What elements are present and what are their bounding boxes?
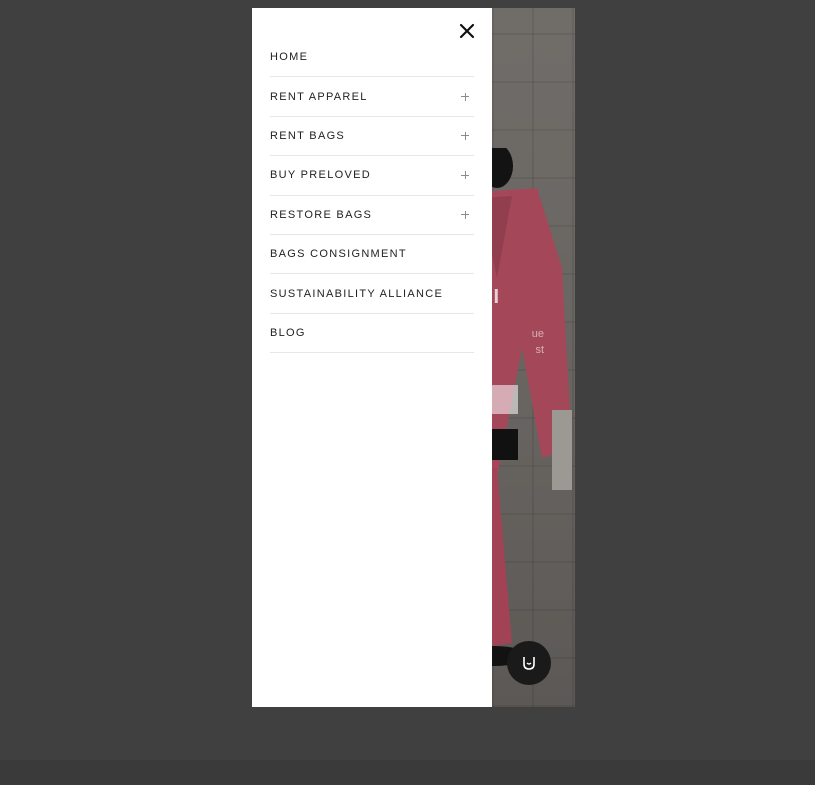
hero-subtext-line-1: ue bbox=[531, 328, 544, 340]
nav-item-label: BLOG bbox=[270, 326, 306, 339]
nav-item-rent-apparel[interactable]: RENT APPAREL bbox=[270, 77, 474, 117]
nav-item-label: RENT APPAREL bbox=[270, 90, 368, 103]
nav-item-buy-preloved[interactable]: BUY PRELOVED bbox=[270, 156, 474, 196]
nav-item-restore-bags[interactable]: RESTORE BAGS bbox=[270, 196, 474, 235]
nav-item-bags-consignment[interactable]: BAGS CONSIGNMENT bbox=[270, 235, 474, 275]
nav-item-label: RENT BAGS bbox=[270, 129, 346, 142]
chat-icon bbox=[523, 657, 535, 670]
plus-icon[interactable] bbox=[458, 90, 472, 104]
nav-item-sustainability-alliance[interactable]: SUSTAINABILITY ALLIANCE bbox=[270, 274, 474, 314]
nav-item-label: RESTORE BAGS bbox=[270, 208, 373, 221]
plus-icon[interactable] bbox=[458, 168, 472, 182]
plus-icon[interactable] bbox=[458, 208, 472, 222]
close-icon bbox=[459, 23, 475, 39]
nav-menu: HOME RENT APPAREL RENT BAGS BUY PRELOVED… bbox=[270, 38, 474, 354]
nav-item-label: BAGS CONSIGNMENT bbox=[270, 248, 407, 261]
nav-item-home[interactable]: HOME bbox=[270, 38, 474, 78]
navigation-drawer: HOME RENT APPAREL RENT BAGS BUY PRELOVED… bbox=[252, 8, 492, 707]
hero-subtext-line-2: st bbox=[535, 344, 544, 356]
nav-item-rent-bags[interactable]: RENT BAGS bbox=[270, 117, 474, 157]
bottom-strip bbox=[0, 760, 815, 785]
nav-item-label: SUSTAINABILITY ALLIANCE bbox=[270, 287, 444, 300]
chat-button[interactable] bbox=[507, 641, 551, 685]
nav-item-label: HOME bbox=[270, 51, 309, 64]
nav-item-label: BUY PRELOVED bbox=[270, 169, 371, 182]
hero-subtext-partial: ue st bbox=[484, 326, 544, 358]
nav-item-blog[interactable]: BLOG bbox=[270, 314, 474, 354]
plus-icon[interactable] bbox=[458, 129, 472, 143]
